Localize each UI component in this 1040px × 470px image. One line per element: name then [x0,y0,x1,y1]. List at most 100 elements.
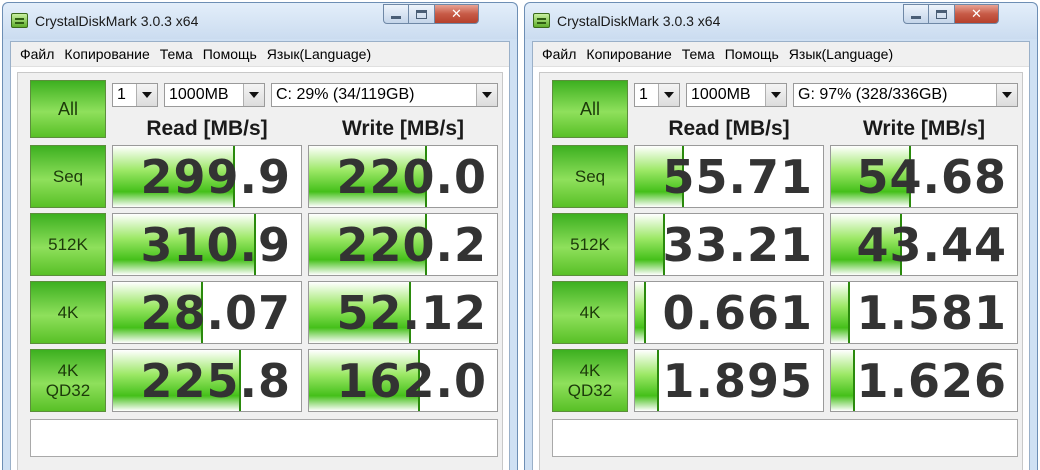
4k-read-result: 28.07 [112,281,302,344]
minimize-button[interactable] [383,4,409,24]
app-icon [11,13,28,28]
benchmark-panel: All 1 1000MB G: 97% (328/336GB) Read [MB… [539,72,1023,470]
chevron-down-icon[interactable] [476,84,497,106]
benchmark-panel: All 1 1000MB C: 29% (34/119GB) Read [MB/… [17,72,503,470]
chevron-down-icon[interactable] [243,84,264,106]
drive-select[interactable]: C: 29% (34/119GB) [271,83,498,107]
menu-copy[interactable]: Копирование [581,46,676,62]
write-column-header: Write [MB/s] [341,117,465,140]
512k-write-result: 220.2 [308,213,498,276]
4k-test-button[interactable]: 4K [30,281,106,344]
drive-value: G: 97% (328/336GB) [798,86,948,103]
read-column-header: Read [MB/s] [146,117,268,140]
minimize-icon [911,16,921,19]
result-value: 0.661 [662,285,813,340]
seq-read-result: 55.71 [634,145,824,208]
client-area: Файл Копирование Тема Помощь Язык(Langua… [532,41,1030,470]
run-all-button[interactable]: All [552,80,628,138]
menu-theme[interactable]: Тема [155,46,198,62]
close-button[interactable]: ✕ [435,4,479,24]
result-bar [635,214,666,275]
512k-write-result: 43.44 [830,213,1018,276]
close-icon: ✕ [451,6,462,21]
maximize-icon [936,9,947,19]
seq-read-result: 299.9 [112,145,302,208]
4k-write-result: 52.12 [308,281,498,344]
test-count-value: 1 [117,86,126,103]
result-value: 220.0 [336,149,487,204]
menu-language[interactable]: Язык(Language) [262,46,376,62]
result-value: 310.9 [140,217,291,272]
test-size-select[interactable]: 1000MB [686,83,787,107]
result-value: 52.12 [336,285,487,340]
menu-help[interactable]: Помощь [720,46,784,62]
menu-theme[interactable]: Тема [677,46,720,62]
comment-input[interactable] [30,419,498,457]
4k-test-button[interactable]: 4K [552,281,628,344]
4k-qd32-test-button[interactable]: 4K QD32 [30,349,106,412]
drive-value: C: 29% (34/119GB) [276,86,415,103]
test-count-select[interactable]: 1 [112,83,158,107]
read-column-header: Read [MB/s] [668,117,790,140]
menu-help[interactable]: Помощь [198,46,262,62]
seq-write-result: 220.0 [308,145,498,208]
window-frame: CrystalDiskMark 3.0.3 x64 ✕ Файл Копиров… [524,2,1038,470]
result-value: 225.8 [140,353,291,408]
caption-buttons: ✕ [383,4,479,24]
window-title: CrystalDiskMark 3.0.3 x64 [557,13,721,29]
result-value: 43.44 [856,217,1007,272]
result-bar [831,350,856,411]
window-title: CrystalDiskMark 3.0.3 x64 [35,13,199,29]
result-value: 55.71 [662,149,813,204]
menu-language[interactable]: Язык(Language) [784,46,898,62]
4k-qd32-test-button[interactable]: 4K QD32 [552,349,628,412]
crystaldiskmark-window-2: CrystalDiskMark 3.0.3 x64 ✕ Файл Копиров… [522,0,1040,470]
test-count-value: 1 [639,86,648,103]
title-bar[interactable]: CrystalDiskMark 3.0.3 x64 ✕ [3,3,517,39]
result-value: 54.68 [856,149,1007,204]
result-value: 33.21 [662,217,813,272]
close-icon: ✕ [971,6,982,21]
result-value: 1.581 [856,285,1007,340]
maximize-button[interactable] [409,4,435,24]
menu-file[interactable]: Файл [537,46,581,62]
app-icon [533,13,550,28]
4k-write-result: 1.581 [830,281,1018,344]
maximize-button[interactable] [929,4,955,24]
seq-test-button[interactable]: Seq [552,145,628,208]
chevron-down-icon[interactable] [765,84,786,106]
512k-read-result: 310.9 [112,213,302,276]
result-value: 220.2 [336,217,487,272]
test-size-select[interactable]: 1000MB [164,83,265,107]
result-bar [635,350,660,411]
chevron-down-icon[interactable] [136,84,157,106]
close-button[interactable]: ✕ [955,4,999,24]
minimize-button[interactable] [903,4,929,24]
caption-buttons: ✕ [903,4,999,24]
512k-test-button[interactable]: 512K [30,213,106,276]
result-bar [635,282,647,343]
run-all-button[interactable]: All [30,80,106,138]
menu-bar: Файл Копирование Тема Помощь Язык(Langua… [533,42,1029,67]
menu-copy[interactable]: Копирование [59,46,154,62]
drive-select[interactable]: G: 97% (328/336GB) [793,83,1018,107]
crystaldiskmark-window-1: CrystalDiskMark 3.0.3 x64 ✕ Файл Копиров… [0,0,520,470]
result-value: 1.895 [662,353,813,408]
menu-bar: Файл Копирование Тема Помощь Язык(Langua… [11,42,509,67]
title-bar[interactable]: CrystalDiskMark 3.0.3 x64 ✕ [525,3,1037,39]
seq-write-result: 54.68 [830,145,1018,208]
4k-qd32-write-result: 162.0 [308,349,498,412]
client-area: Файл Копирование Тема Помощь Язык(Langua… [10,41,510,470]
chevron-down-icon[interactable] [996,84,1017,106]
test-count-select[interactable]: 1 [634,83,680,107]
chevron-down-icon[interactable] [658,84,679,106]
minimize-icon [391,16,401,19]
window-frame: CrystalDiskMark 3.0.3 x64 ✕ Файл Копиров… [2,2,518,470]
comment-input[interactable] [552,419,1018,457]
512k-test-button[interactable]: 512K [552,213,628,276]
menu-file[interactable]: Файл [15,46,59,62]
512k-read-result: 33.21 [634,213,824,276]
test-size-value: 1000MB [169,86,229,103]
4k-qd32-read-result: 225.8 [112,349,302,412]
seq-test-button[interactable]: Seq [30,145,106,208]
